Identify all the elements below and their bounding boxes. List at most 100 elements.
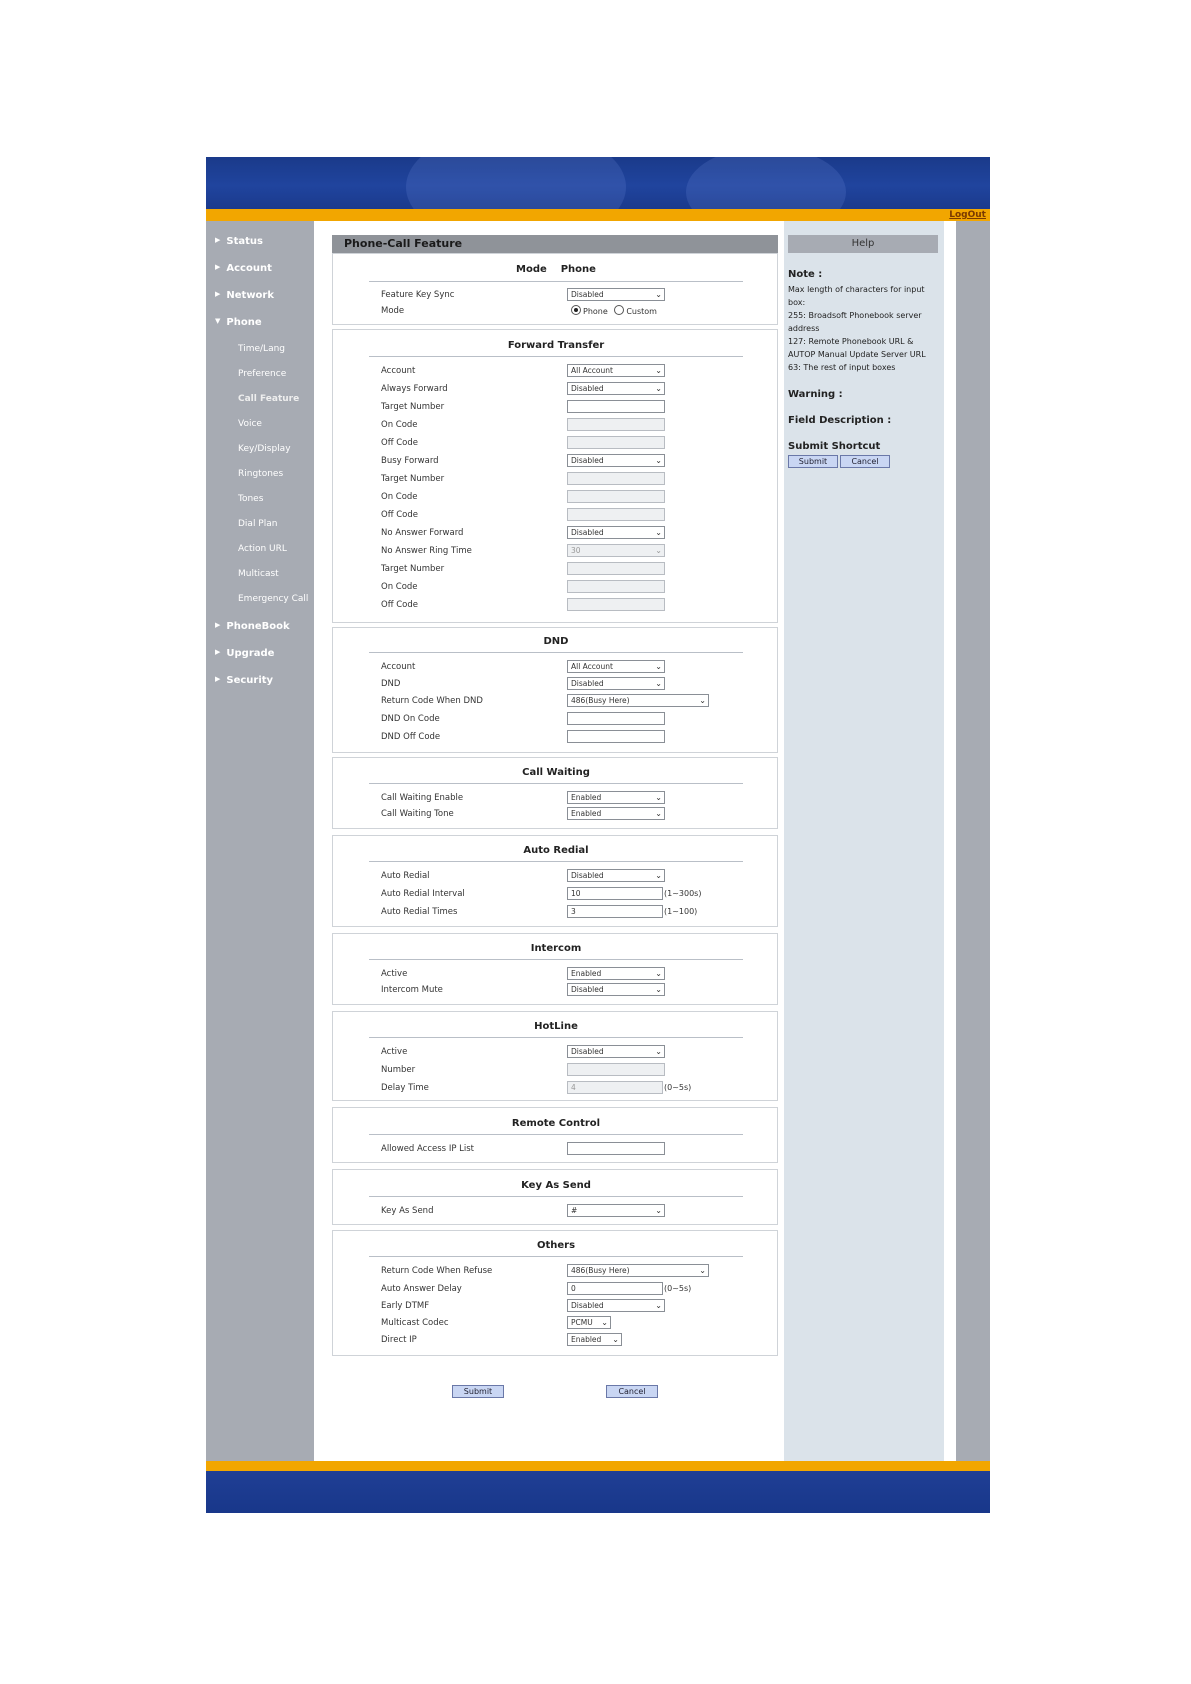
key-as-send-select[interactable]: # ⌄ bbox=[567, 1204, 665, 1217]
note-heading: Note : bbox=[788, 269, 823, 280]
row-label: Multicast Codec bbox=[381, 1318, 449, 1328]
section-call-waiting: Call Waiting Call Waiting Enable Enabled… bbox=[332, 757, 778, 829]
multicast-codec-select[interactable]: PCMU ⌄ bbox=[567, 1316, 611, 1329]
row-label: Call Waiting Tone bbox=[381, 809, 454, 819]
submit-shortcut-heading: Submit Shortcut bbox=[788, 441, 881, 452]
subnav-time-lang[interactable]: Time/Lang bbox=[238, 344, 285, 354]
subnav-dial-plan[interactable]: Dial Plan bbox=[238, 519, 277, 529]
row-label: On Code bbox=[381, 492, 418, 502]
select-value: Disabled bbox=[571, 1047, 604, 1056]
nav-security[interactable]: ▶ Security bbox=[215, 675, 273, 686]
subnav-multicast[interactable]: Multicast bbox=[238, 569, 279, 579]
always-forward-select[interactable]: Disabled ⌄ bbox=[567, 382, 665, 395]
allowed-ip-list-input[interactable] bbox=[567, 1142, 665, 1155]
chevron-down-icon: ⌄ bbox=[655, 384, 662, 393]
row-label: Active bbox=[381, 1047, 408, 1057]
select-value: Disabled bbox=[571, 456, 604, 465]
divider bbox=[369, 783, 743, 784]
row-label: Account bbox=[381, 366, 416, 376]
early-dtmf-select[interactable]: Disabled ⌄ bbox=[567, 1299, 665, 1312]
shortcut-cancel-button[interactable]: Cancel bbox=[840, 455, 890, 468]
feature-key-sync-select[interactable]: Disabled ⌄ bbox=[567, 288, 665, 301]
hotline-active-select[interactable]: Disabled ⌄ bbox=[567, 1045, 665, 1058]
divider bbox=[369, 1196, 743, 1197]
auto-answer-delay-input[interactable]: 0 bbox=[567, 1282, 663, 1295]
section-auto-redial: Auto Redial Auto Redial Disabled ⌄ Auto R… bbox=[332, 835, 778, 927]
no-answer-ring-time-select[interactable]: 30 ⌄ bbox=[567, 544, 665, 557]
busy-target-number-input[interactable] bbox=[567, 472, 665, 485]
chevron-down-icon: ⌄ bbox=[655, 546, 662, 555]
subnav-voice[interactable]: Voice bbox=[238, 419, 262, 429]
row-label: On Code bbox=[381, 582, 418, 592]
cancel-button[interactable]: Cancel bbox=[606, 1385, 658, 1398]
nav-label: Account bbox=[226, 263, 272, 274]
select-value: PCMU bbox=[571, 1318, 593, 1327]
dnd-return-code-select[interactable]: 486(Busy Here) ⌄ bbox=[567, 694, 709, 707]
subnav-tones[interactable]: Tones bbox=[238, 494, 263, 504]
section-title: Mode Phone bbox=[516, 264, 596, 275]
subnav-preference[interactable]: Preference bbox=[238, 369, 286, 379]
no-answer-on-code-input[interactable] bbox=[567, 580, 665, 593]
nav-phonebook[interactable]: ▶ PhoneBook bbox=[215, 621, 290, 632]
nav-phone[interactable]: ▼ Phone bbox=[215, 317, 262, 328]
nav-upgrade[interactable]: ▶ Upgrade bbox=[215, 648, 274, 659]
dnd-on-code-input[interactable] bbox=[567, 712, 665, 725]
section-forward-transfer: Forward Transfer Account All Account ⌄ Al… bbox=[332, 329, 778, 623]
call-waiting-tone-select[interactable]: Enabled ⌄ bbox=[567, 807, 665, 820]
section-hotline: HotLine Active Disabled ⌄ Number Delay Ti… bbox=[332, 1011, 778, 1101]
auto-redial-times-input[interactable]: 3 bbox=[567, 905, 663, 918]
hotline-number-input[interactable] bbox=[567, 1063, 665, 1076]
no-answer-target-number-input[interactable] bbox=[567, 562, 665, 575]
range-hint: (1~100) bbox=[664, 907, 698, 916]
always-on-code-input[interactable] bbox=[567, 418, 665, 431]
logout-link[interactable]: LogOut bbox=[949, 209, 986, 221]
refuse-return-code-select[interactable]: 486(Busy Here) ⌄ bbox=[567, 1264, 709, 1277]
subnav-ringtones[interactable]: Ringtones bbox=[238, 469, 283, 479]
call-waiting-enable-select[interactable]: Enabled ⌄ bbox=[567, 791, 665, 804]
busy-off-code-input[interactable] bbox=[567, 508, 665, 521]
subnav-call-feature[interactable]: Call Feature bbox=[238, 394, 299, 404]
always-target-number-input[interactable] bbox=[567, 400, 665, 413]
subnav-emergency-call[interactable]: Emergency Call bbox=[238, 594, 308, 604]
intercom-active-select[interactable]: Enabled ⌄ bbox=[567, 967, 665, 980]
caret-down-icon: ▼ bbox=[215, 317, 221, 325]
row-label: Intercom Mute bbox=[381, 985, 443, 995]
radio-phone[interactable] bbox=[571, 305, 581, 315]
auto-redial-select[interactable]: Disabled ⌄ bbox=[567, 869, 665, 882]
radio-custom[interactable] bbox=[614, 305, 625, 315]
section-title: Forward Transfer bbox=[507, 340, 605, 351]
submit-button[interactable]: Submit bbox=[452, 1385, 504, 1398]
nav-account[interactable]: ▶ Account bbox=[215, 263, 272, 274]
divider bbox=[369, 356, 743, 357]
select-value: Enabled bbox=[571, 793, 602, 802]
row-label: Auto Redial bbox=[381, 871, 430, 881]
chevron-down-icon: ⌄ bbox=[655, 456, 662, 465]
busy-forward-select[interactable]: Disabled ⌄ bbox=[567, 454, 665, 467]
row-label: Number bbox=[381, 1065, 416, 1075]
hotline-delay-input[interactable]: 4 bbox=[567, 1081, 663, 1094]
intercom-mute-select[interactable]: Disabled ⌄ bbox=[567, 983, 665, 996]
dnd-account-select[interactable]: All Account ⌄ bbox=[567, 660, 665, 673]
forward-account-select[interactable]: All Account ⌄ bbox=[567, 364, 665, 377]
row-label: Mode bbox=[381, 306, 405, 316]
nav-network[interactable]: ▶ Network bbox=[215, 290, 274, 301]
section-remote-control: Remote Control Allowed Access IP List bbox=[332, 1107, 778, 1163]
dnd-select[interactable]: Disabled ⌄ bbox=[567, 677, 665, 690]
busy-on-code-input[interactable] bbox=[567, 490, 665, 503]
auto-redial-interval-input[interactable]: 10 bbox=[567, 887, 663, 900]
subnav-action-url[interactable]: Action URL bbox=[238, 544, 287, 554]
always-off-code-input[interactable] bbox=[567, 436, 665, 449]
no-answer-forward-select[interactable]: Disabled ⌄ bbox=[567, 526, 665, 539]
select-value: Disabled bbox=[571, 290, 604, 299]
chevron-down-icon: ⌄ bbox=[655, 679, 662, 688]
nav-label: Status bbox=[226, 236, 263, 247]
shortcut-submit-button[interactable]: Submit bbox=[788, 455, 838, 468]
no-answer-off-code-input[interactable] bbox=[567, 598, 665, 611]
select-value: Disabled bbox=[571, 1301, 604, 1310]
row-label: Call Waiting Enable bbox=[381, 793, 464, 803]
dnd-off-code-input[interactable] bbox=[567, 730, 665, 743]
subnav-key-display[interactable]: Key/Display bbox=[238, 444, 291, 454]
section-intercom: Intercom Active Enabled ⌄ Intercom Mute D… bbox=[332, 933, 778, 1005]
nav-status[interactable]: ▶ Status bbox=[215, 236, 263, 247]
direct-ip-select[interactable]: Enabled ⌄ bbox=[567, 1333, 622, 1346]
